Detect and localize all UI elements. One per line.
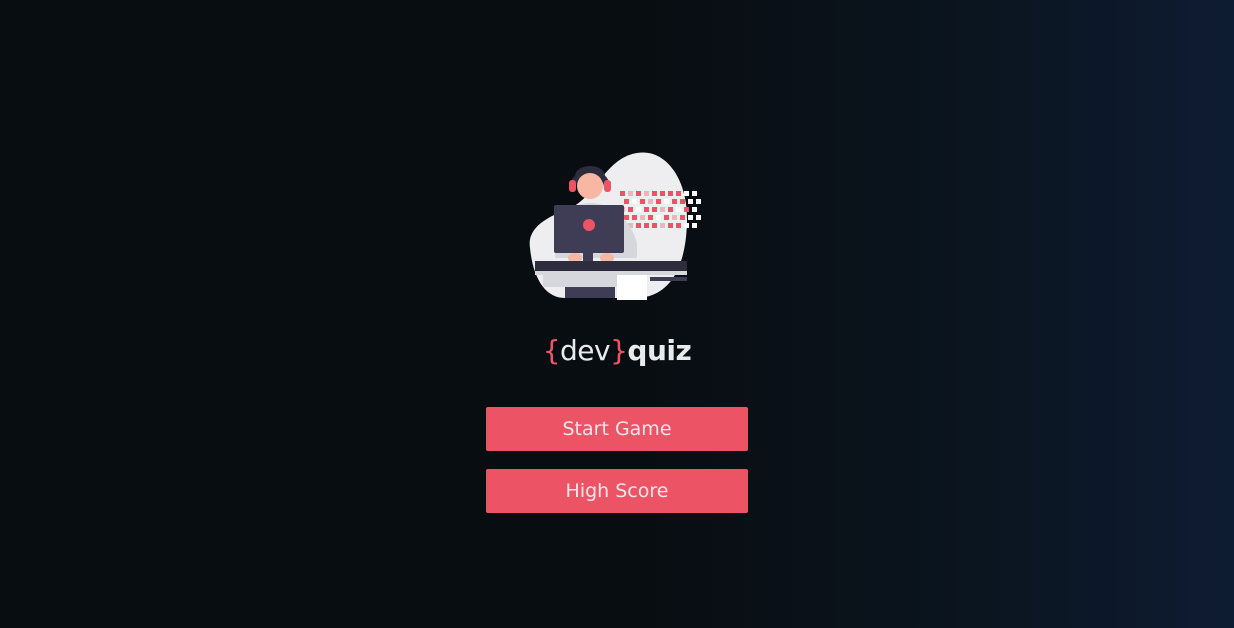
developer-laptop-icon <box>529 152 701 300</box>
logo-dev-text: dev <box>560 334 611 367</box>
logo-open-brace: { <box>542 334 561 367</box>
app-logo: {dev}quiz <box>0 333 1234 369</box>
start-game-button[interactable]: Start Game <box>486 407 748 451</box>
laptop <box>554 205 624 261</box>
high-score-button[interactable]: High Score <box>486 469 748 513</box>
home-screen: {dev}quiz Start Game High Score <box>0 0 1234 628</box>
logo-quiz-text: quiz <box>627 334 692 367</box>
logo-close-brace: } <box>610 334 628 367</box>
